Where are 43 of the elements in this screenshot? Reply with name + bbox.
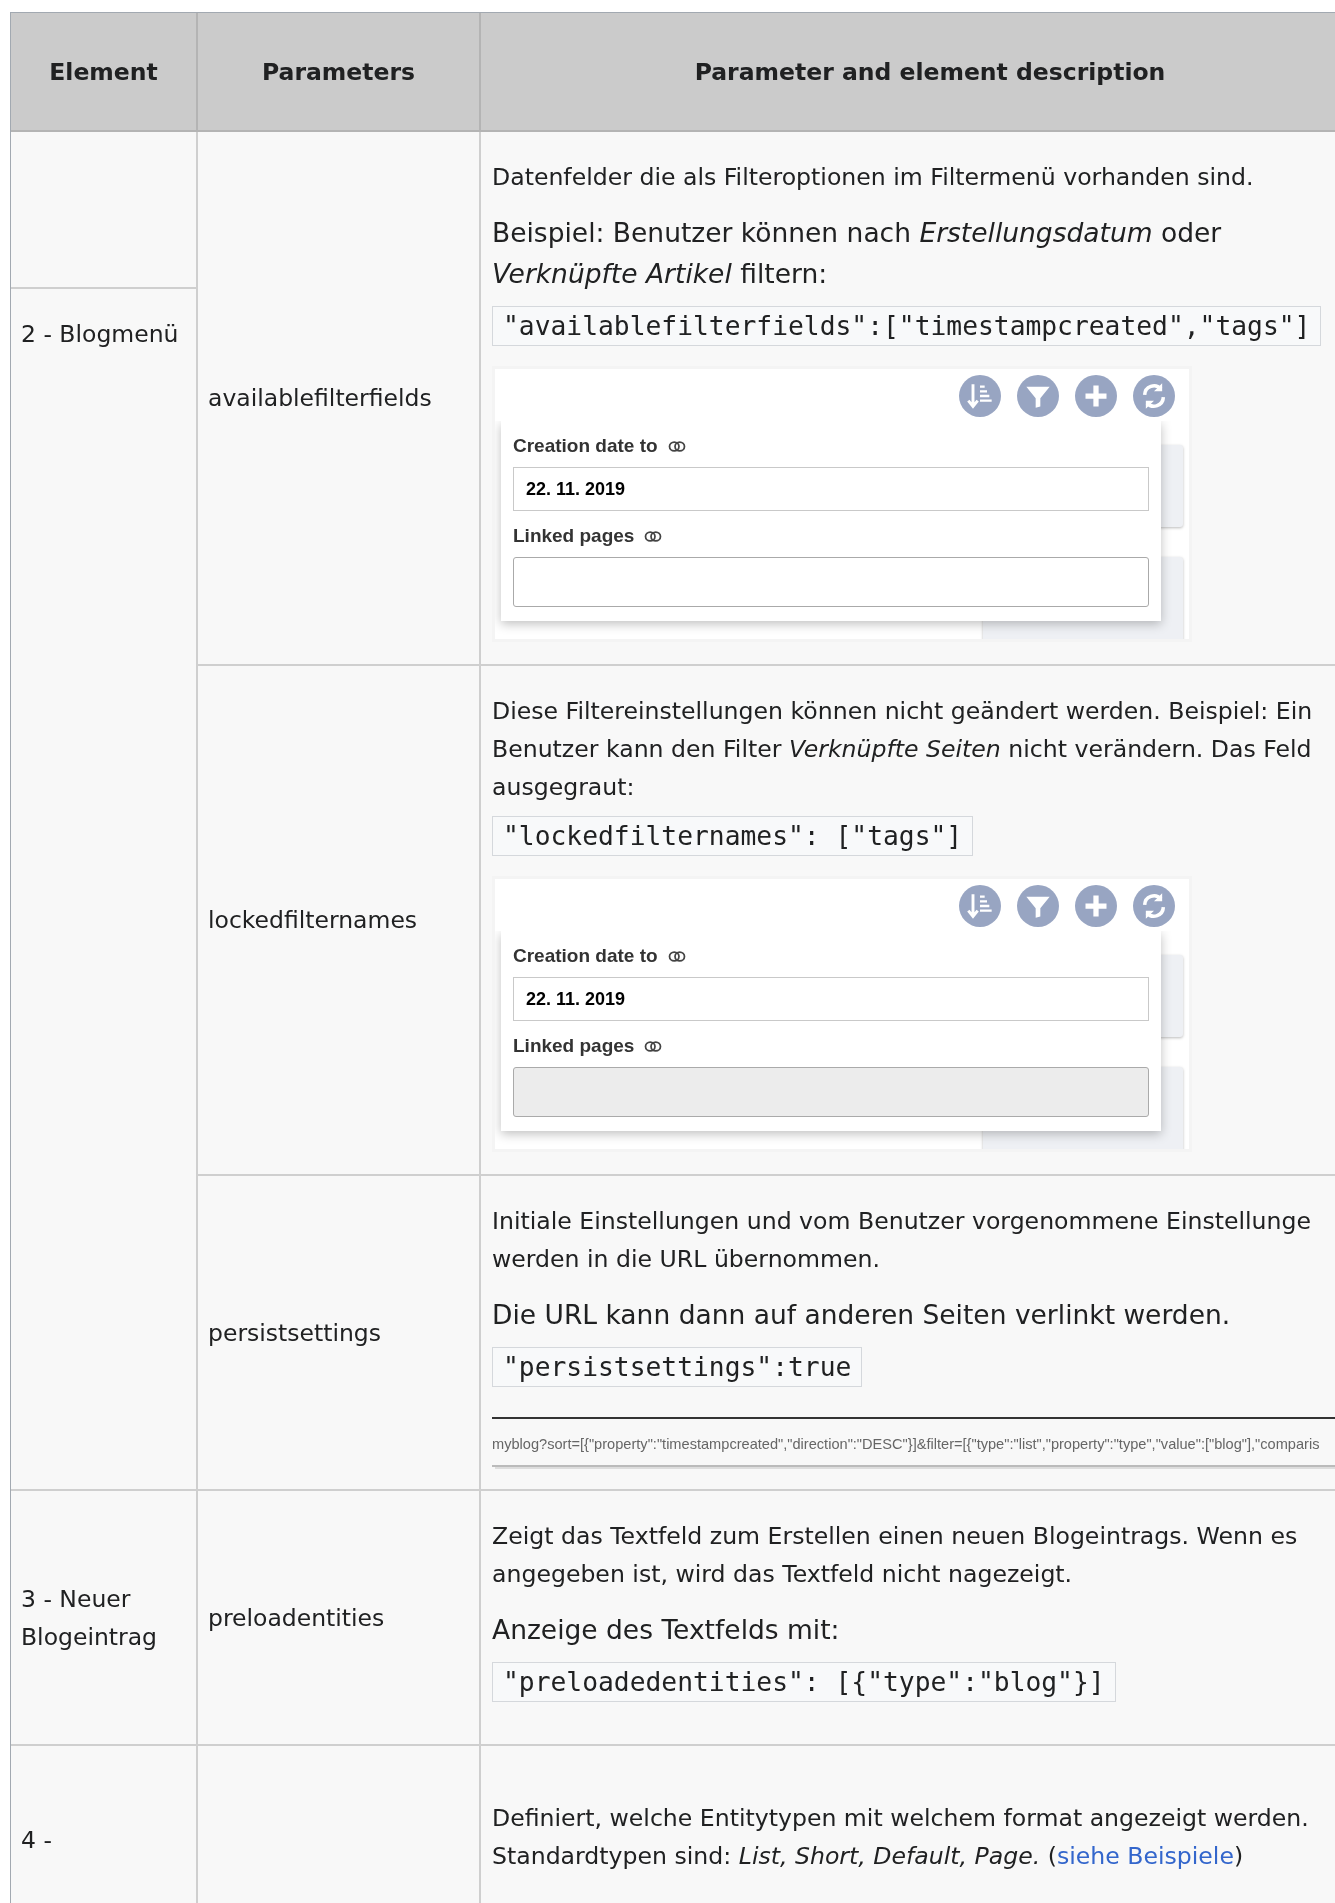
- description-text: Initiale Einstellungen und vom Benutzer vorgenommene Einstellunge werden in die URL übernommen.: [492, 1206, 1311, 1275]
- description-text: Zeigt das Textfeld zum Erstellen einen neuen Blogeintrags. Wenn es angegeben ist, wird das Textfeld nicht nagezeigt.: [492, 1521, 1298, 1590]
- sort-icon: [959, 885, 1001, 927]
- filter-icon: [1017, 885, 1059, 927]
- parameter-name: preloadentities: [208, 1603, 385, 1632]
- url-screenshot: myblog?sort=[{"property":"timestampcreated","direction":"DESC"}]&filter=[{"type":"list","property":"type","value":["blog"],"comparis: [492, 1417, 1335, 1467]
- code-snippet: "availablefilterfields":["timestampcreated","tags"]: [492, 306, 1322, 346]
- code-snippet: "lockedfilternames": ["tags"]: [492, 816, 974, 856]
- filter-field[interactable]: 22. 11. 2019: [513, 467, 1149, 511]
- element-name: 2 - Blogmenü: [21, 319, 179, 350]
- refresh-icon: [1133, 885, 1175, 927]
- filter-icon: [1017, 375, 1059, 417]
- filter-field[interactable]: [513, 557, 1149, 607]
- plus-icon: [1075, 885, 1117, 927]
- column-header: Parameters: [198, 13, 481, 132]
- element-name: 4 -: [21, 1825, 52, 1856]
- description-text: Datenfelder die als Filteroptionen im Filtermenü vorhanden sind.: [492, 162, 1254, 193]
- parameter-name: persistsettings: [208, 1318, 381, 1347]
- examples-link[interactable]: siehe Beispiele: [1056, 1842, 1234, 1870]
- field-label: Creation date to: [513, 435, 658, 457]
- sort-icon: [959, 375, 1001, 417]
- plus-icon: [1075, 375, 1117, 417]
- link-icon: [644, 530, 663, 542]
- link-icon: [644, 1040, 663, 1052]
- parameter-name: lockedfilternames: [208, 906, 418, 934]
- column-header: Element: [11, 13, 198, 132]
- code-snippet: "preloadedentities": [{"type":"blog"}]: [492, 1662, 1116, 1702]
- link-icon: [667, 950, 686, 962]
- example-text: Anzeige des Textfelds mit:: [492, 1613, 840, 1647]
- example-text: Beispiel: Benutzer können nach Erstellungsdatum oder Verknüpfte Artikel filtern:: [492, 216, 1222, 291]
- element-name: 3 - Neuer Blogeintrag: [21, 1583, 159, 1653]
- column-header: Parameter and element description: [481, 13, 1335, 132]
- code-snippet: "persistsettings":true: [492, 1347, 863, 1387]
- description-text: Definiert, welche Entitytypen mit welchem format angezeigt werden. Standardtypen sind: List, Short, Default, Page. (siehe Beispiele): [492, 1803, 1309, 1872]
- link-icon: [667, 440, 686, 452]
- field-label: Linked pages: [513, 525, 635, 547]
- filter-field[interactable]: 22. 11. 2019: [513, 977, 1149, 1021]
- field-label: Creation date to: [513, 945, 658, 967]
- description-text: Diese Filtereinstellungen können nicht geändert werden. Beispiel: Ein Benutzer kann den Filter Verknüpfte Seiten nicht verändern. Das Feld ausgegraut:: [492, 696, 1313, 803]
- field-label: Linked pages: [513, 1035, 635, 1057]
- refresh-icon: [1133, 375, 1175, 417]
- parameter-name: availablefilterfields: [208, 384, 432, 412]
- example-text: Die URL kann dann auf anderen Seiten verlinkt werden.: [492, 1298, 1231, 1332]
